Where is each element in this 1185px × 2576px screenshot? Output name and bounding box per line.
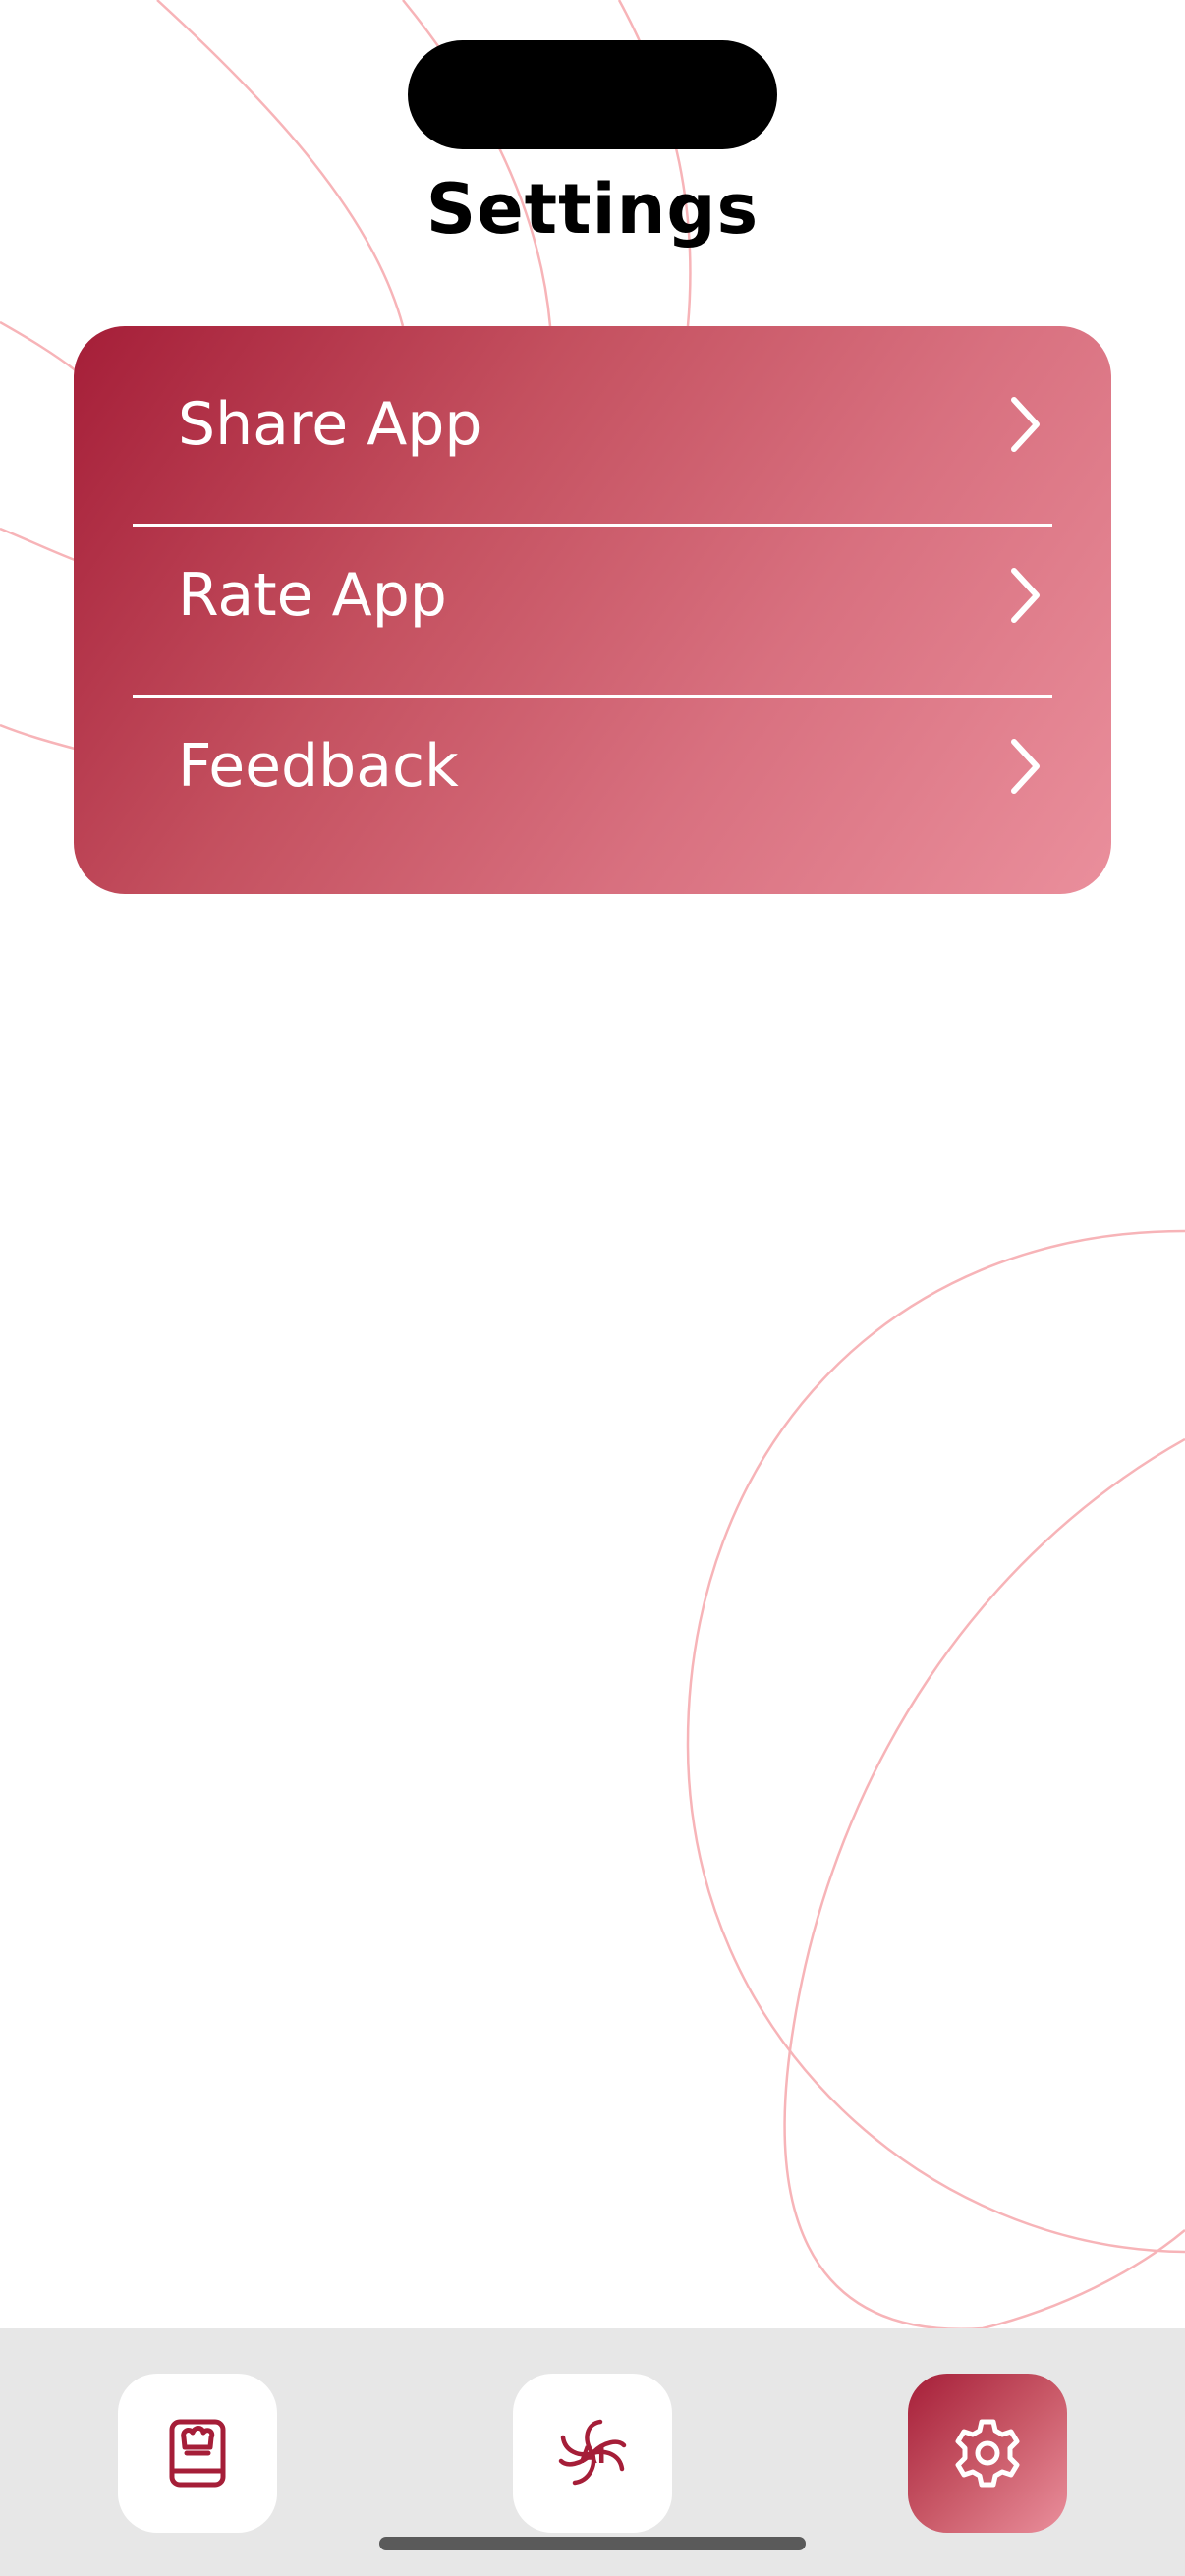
gear-icon <box>955 2419 1020 2488</box>
svg-text:AI: AI <box>579 2441 606 2469</box>
dynamic-island <box>408 40 777 149</box>
chevron-right-icon <box>1011 397 1040 452</box>
share-app-label: Share App <box>178 390 482 459</box>
recipe-book-icon <box>169 2419 226 2488</box>
rate-app-label: Rate App <box>178 561 447 630</box>
chevron-right-icon <box>1011 568 1040 623</box>
feedback-row[interactable]: Feedback <box>74 682 1111 851</box>
tab-ai[interactable]: AI <box>513 2374 672 2533</box>
settings-card: Share App Rate App Feedback <box>74 326 1111 894</box>
ai-flower-icon: AI <box>558 2419 627 2486</box>
rate-app-row[interactable]: Rate App <box>74 511 1111 680</box>
feedback-label: Feedback <box>178 732 459 801</box>
tab-settings[interactable] <box>908 2374 1067 2533</box>
chevron-right-icon <box>1011 739 1040 794</box>
share-app-row[interactable]: Share App <box>74 340 1111 509</box>
page-title: Settings <box>425 169 760 250</box>
home-indicator <box>379 2537 806 2550</box>
tab-recipes[interactable] <box>118 2374 277 2533</box>
